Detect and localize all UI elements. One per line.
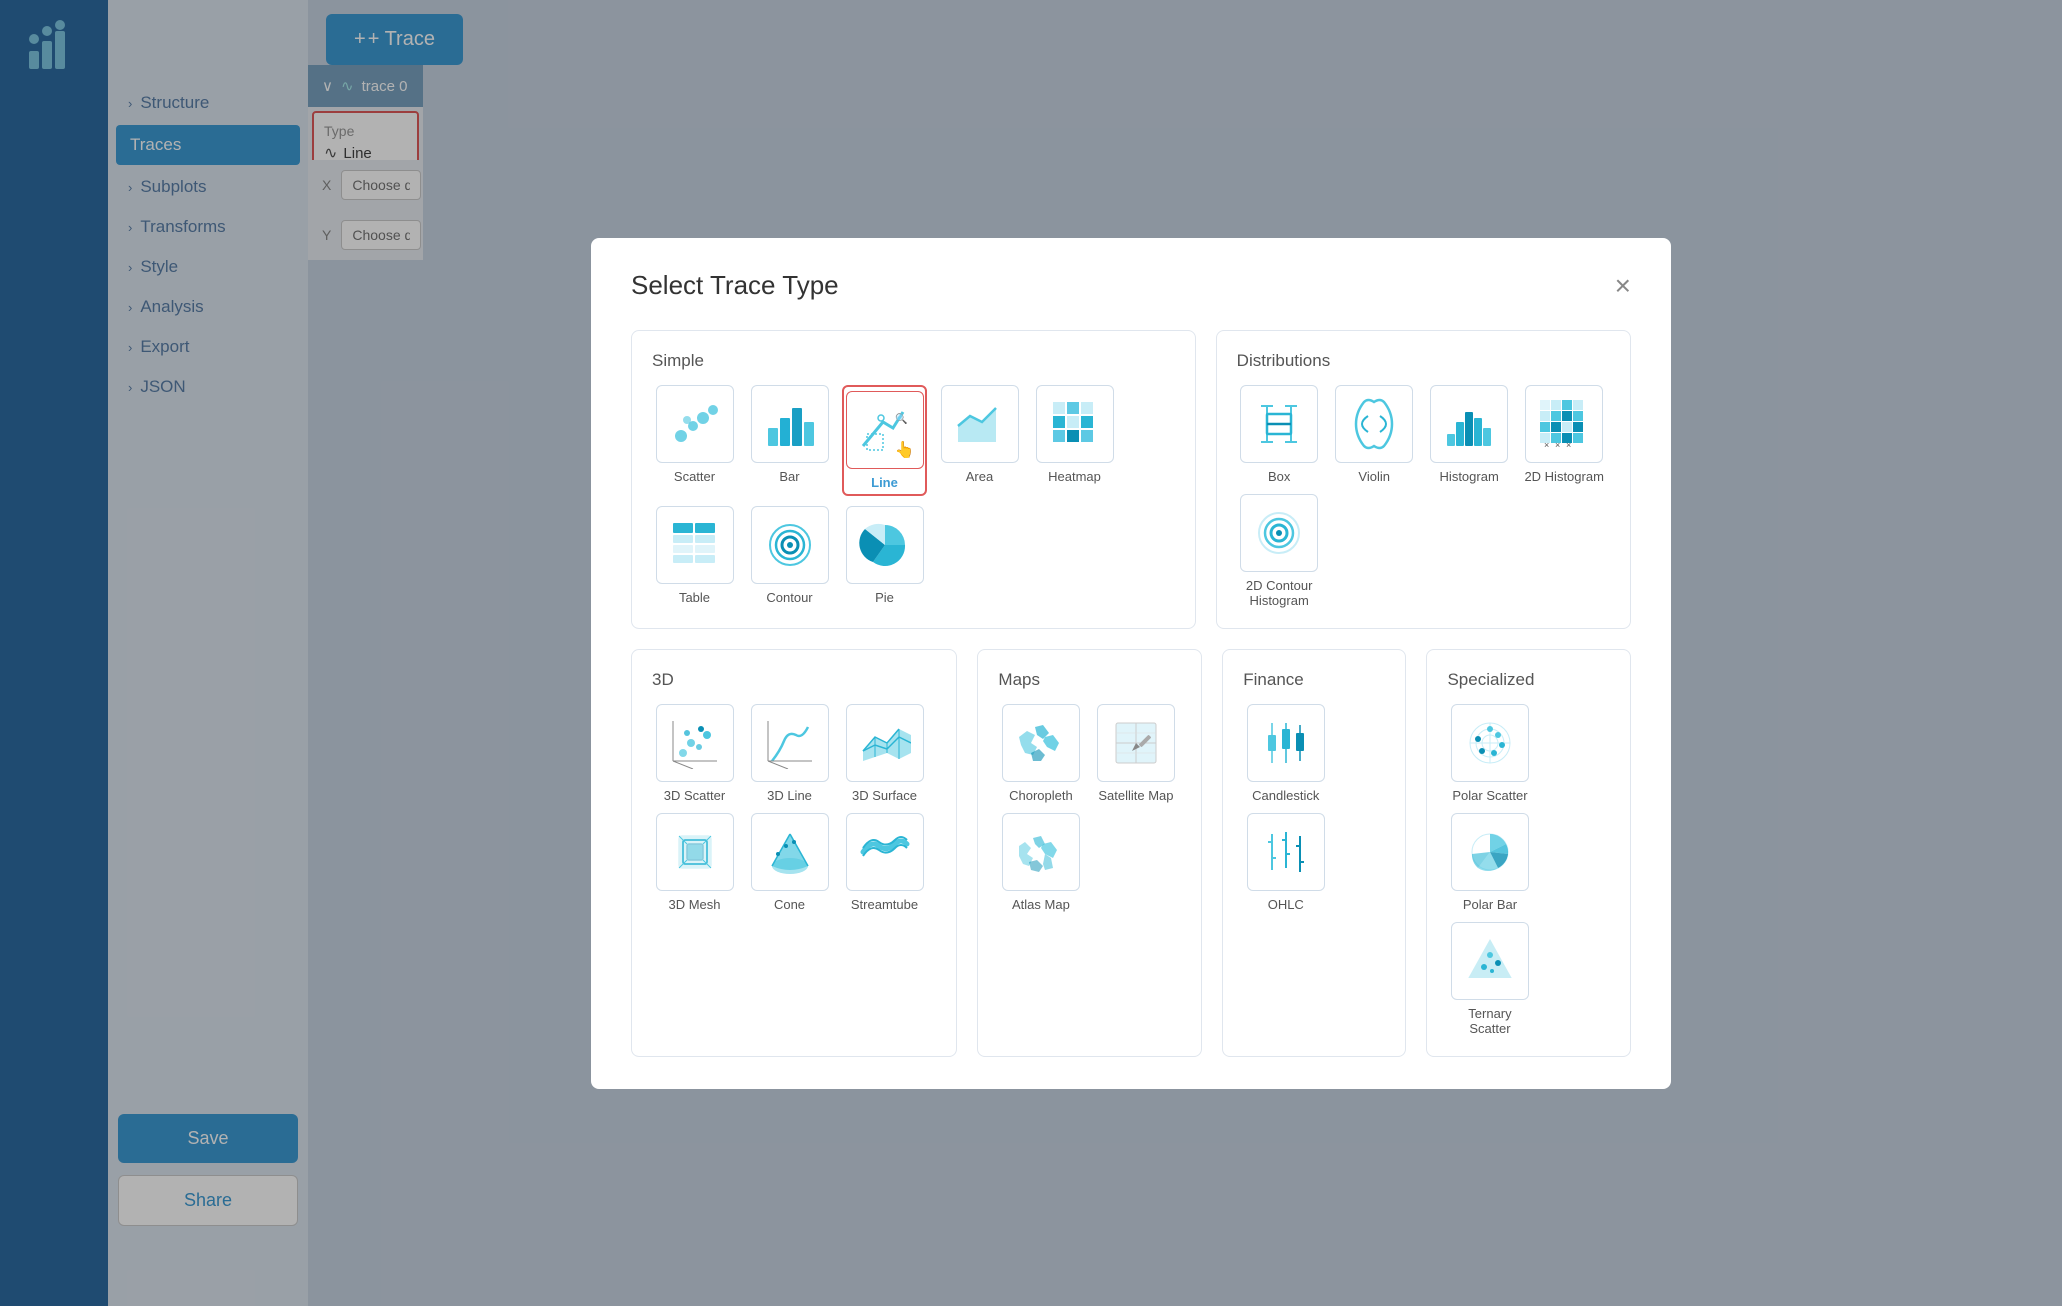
trace-type-choropleth[interactable]: Choropleth — [998, 704, 1083, 803]
streamtube-label: Streamtube — [851, 897, 918, 912]
3d-line-label: 3D Line — [767, 788, 812, 803]
trace-type-violin[interactable]: Violin — [1332, 385, 1417, 484]
ternary-scatter-label: Ternary Scatter — [1447, 1006, 1532, 1036]
scatter-label: Scatter — [674, 469, 715, 484]
simple-section: Simple Scatter — [631, 330, 1196, 629]
box-label: Box — [1268, 469, 1290, 484]
heatmap-label: Heatmap — [1048, 469, 1101, 484]
trace-type-atlas-map[interactable]: Atlas Map — [998, 813, 1083, 912]
finance-section-title: Finance — [1243, 670, 1385, 690]
trace-type-heatmap[interactable]: Heatmap — [1032, 385, 1117, 496]
distributions-section: Distributions — [1216, 330, 1631, 629]
trace-type-streamtube[interactable]: Streamtube — [842, 813, 927, 912]
svg-text:×: × — [1566, 440, 1571, 450]
2d-histogram-label: 2D Histogram — [1524, 469, 1603, 484]
finance-section: Finance — [1222, 649, 1406, 1057]
distributions-types-grid: Box Violin — [1237, 385, 1610, 608]
trace-type-pie[interactable]: Pie — [842, 506, 927, 605]
3d-section: 3D — [631, 649, 957, 1057]
trace-type-candlestick[interactable]: Candlestick — [1243, 704, 1328, 803]
trace-type-satellite-map[interactable]: Satellite Map — [1093, 704, 1178, 803]
polar-scatter-label: Polar Scatter — [1452, 788, 1527, 803]
modal-header: Select Trace Type × — [631, 270, 1631, 302]
line-label: Line — [871, 475, 898, 490]
specialized-section: Specialized — [1426, 649, 1631, 1057]
trace-type-histogram[interactable]: Histogram — [1427, 385, 1512, 484]
trace-type-bar[interactable]: Bar — [747, 385, 832, 496]
simple-section-title: Simple — [652, 351, 1175, 371]
histogram-label: Histogram — [1440, 469, 1499, 484]
3d-mesh-label: 3D Mesh — [668, 897, 720, 912]
trace-type-polar-scatter[interactable]: Polar Scatter — [1447, 704, 1532, 803]
satellite-map-label: Satellite Map — [1098, 788, 1173, 803]
svg-text:🔍: 🔍 — [895, 412, 907, 425]
svg-text:×: × — [1544, 440, 1549, 450]
pie-label: Pie — [875, 590, 894, 605]
3d-surface-label: 3D Surface — [852, 788, 917, 803]
trace-type-3d-line[interactable]: 3D Line — [747, 704, 832, 803]
specialized-types-grid: Polar Scatter — [1447, 704, 1610, 1036]
modal-title: Select Trace Type — [631, 270, 839, 301]
atlas-map-label: Atlas Map — [1012, 897, 1070, 912]
simple-types-grid: Scatter Bar — [652, 385, 1175, 605]
cone-label: Cone — [774, 897, 805, 912]
trace-type-line[interactable]: 🔍 👆 Line — [842, 385, 927, 496]
area-label: Area — [966, 469, 993, 484]
trace-type-3d-surface[interactable]: 3D Surface — [842, 704, 927, 803]
modal-overlay[interactable]: Select Trace Type × Simple — [0, 0, 2062, 1306]
trace-type-modal: Select Trace Type × Simple — [591, 238, 1671, 1089]
maps-section-title: Maps — [998, 670, 1181, 690]
3d-scatter-label: 3D Scatter — [664, 788, 725, 803]
trace-type-2d-histogram[interactable]: × × × 2D Histogram — [1522, 385, 1607, 484]
table-label: Table — [679, 590, 710, 605]
ohlc-label: OHLC — [1268, 897, 1304, 912]
trace-type-table[interactable]: Table — [652, 506, 737, 605]
trace-type-polar-bar[interactable]: Polar Bar — [1447, 813, 1532, 912]
trace-type-ternary-scatter[interactable]: Ternary Scatter — [1447, 922, 1532, 1036]
maps-section: Maps Choropleth — [977, 649, 1202, 1057]
trace-type-3d-scatter[interactable]: 3D Scatter — [652, 704, 737, 803]
specialized-section-title: Specialized — [1447, 670, 1610, 690]
svg-text:×: × — [1555, 440, 1560, 450]
3d-types-grid: 3D Scatter 3D Line — [652, 704, 936, 912]
contour-label: Contour — [766, 590, 812, 605]
modal-close-button[interactable]: × — [1615, 270, 1631, 302]
trace-type-box[interactable]: Box — [1237, 385, 1322, 484]
finance-types-grid: Candlestick — [1243, 704, 1385, 912]
trace-type-cone[interactable]: Cone — [747, 813, 832, 912]
violin-label: Violin — [1358, 469, 1390, 484]
trace-type-2d-contour-histogram[interactable]: 2D Contour Histogram — [1237, 494, 1322, 608]
distributions-section-title: Distributions — [1237, 351, 1610, 371]
trace-type-area[interactable]: Area — [937, 385, 1022, 496]
trace-type-contour[interactable]: Contour — [747, 506, 832, 605]
2d-contour-histogram-label: 2D Contour Histogram — [1237, 578, 1322, 608]
polar-bar-label: Polar Bar — [1463, 897, 1517, 912]
bar-label: Bar — [779, 469, 799, 484]
candlestick-label: Candlestick — [1252, 788, 1319, 803]
3d-section-title: 3D — [652, 670, 936, 690]
trace-type-scatter[interactable]: Scatter — [652, 385, 737, 496]
choropleth-label: Choropleth — [1009, 788, 1073, 803]
maps-types-grid: Choropleth — [998, 704, 1181, 912]
trace-type-ohlc[interactable]: OHLC — [1243, 813, 1328, 912]
trace-type-3d-mesh[interactable]: 3D Mesh — [652, 813, 737, 912]
